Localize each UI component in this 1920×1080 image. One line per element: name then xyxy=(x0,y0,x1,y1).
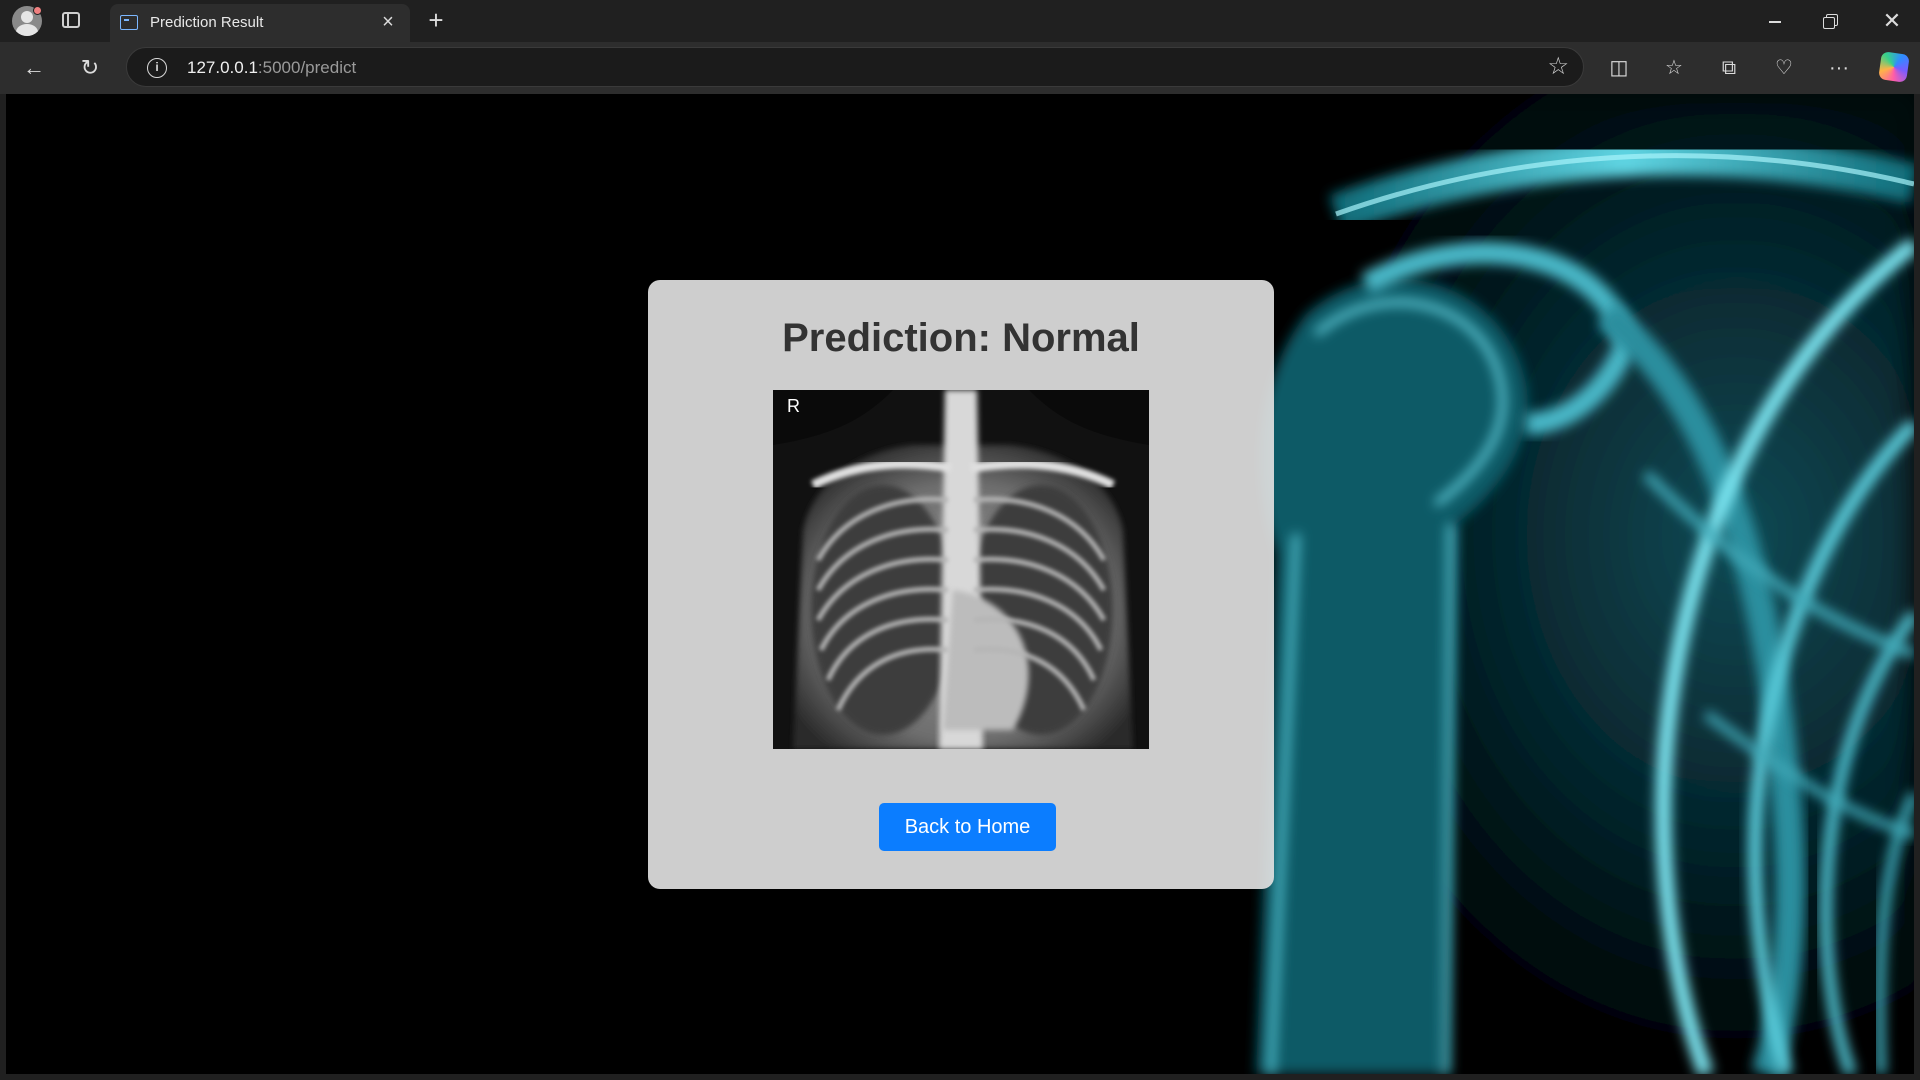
info-icon[interactable]: i xyxy=(147,58,167,78)
browser-titlebar: Prediction Result × + ✕ xyxy=(0,0,1920,42)
url-text[interactable]: 127.0.0.1:5000/predict xyxy=(187,58,356,78)
favorite-star-icon[interactable]: ☆ xyxy=(1547,54,1569,80)
back-to-home-button[interactable]: Back to Home xyxy=(879,803,1056,851)
new-tab-icon[interactable]: + xyxy=(420,6,452,36)
favorites-icon[interactable]: ☆ xyxy=(1658,52,1690,84)
reload-icon[interactable]: ↻ xyxy=(73,51,107,85)
browser-essentials-icon[interactable]: ♡ xyxy=(1768,52,1800,84)
restore-icon[interactable] xyxy=(1803,0,1859,42)
notification-dot xyxy=(33,6,42,15)
prediction-title: Prediction: Normal xyxy=(782,316,1140,360)
minimize-icon[interactable] xyxy=(1747,0,1803,42)
tab-title: Prediction Result xyxy=(150,14,264,31)
active-tab[interactable]: Prediction Result × xyxy=(110,4,410,42)
address-bar[interactable]: i 127.0.0.1:5000/predict ☆ xyxy=(126,47,1584,87)
tab-actions-icon[interactable] xyxy=(62,12,80,28)
close-tab-icon[interactable]: × xyxy=(376,10,400,34)
browser-toolbar: ← ↻ i 127.0.0.1:5000/predict ☆ ◫ ☆ ⧉ ♡ ·… xyxy=(0,42,1920,94)
prediction-card: Prediction: Normal R Back to Home xyxy=(648,280,1274,889)
terminal-icon xyxy=(120,15,138,30)
page-viewport: Prediction: Normal R Back to Home xyxy=(6,94,1914,1074)
chest-xray-image: R xyxy=(773,390,1149,749)
back-icon[interactable]: ← xyxy=(17,51,51,85)
split-screen-icon[interactable]: ◫ xyxy=(1603,52,1635,84)
xray-side-marker: R xyxy=(787,396,800,416)
close-window-icon[interactable]: ✕ xyxy=(1864,0,1920,42)
more-options-icon[interactable]: ··· xyxy=(1823,52,1855,84)
copilot-icon[interactable] xyxy=(1878,51,1910,83)
collections-icon[interactable]: ⧉ xyxy=(1713,52,1745,84)
chest-xray-graphic xyxy=(773,390,1149,749)
